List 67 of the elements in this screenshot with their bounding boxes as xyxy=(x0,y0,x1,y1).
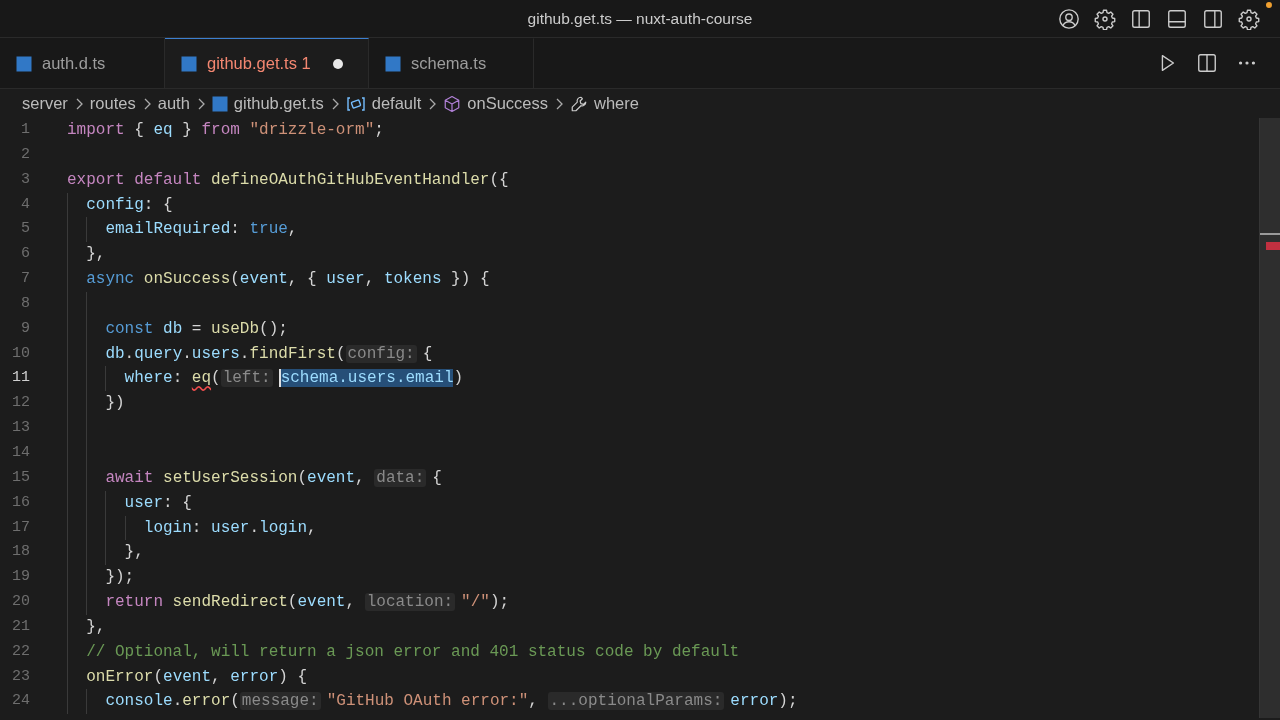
code-line: }, xyxy=(86,616,106,638)
line-number: 14 xyxy=(11,442,30,463)
chevron-icon xyxy=(427,96,438,111)
code-line: }, xyxy=(124,542,144,564)
code-line: user: { xyxy=(124,492,192,514)
code-line: db.query.users.findFirst(config: { xyxy=(105,343,433,365)
line-number: 22 xyxy=(11,641,30,662)
breadcrumb-item[interactable]: routes xyxy=(89,94,136,113)
cube-icon xyxy=(443,94,462,113)
breadcrumb-item[interactable]: github.get.ts xyxy=(233,94,324,113)
editor-tab[interactable]: github.get.ts 1 xyxy=(165,38,369,88)
line-number: 12 xyxy=(11,393,30,414)
wrench-icon xyxy=(570,94,588,113)
code-line: login: user.login, xyxy=(143,517,317,539)
breadcrumb-item[interactable]: auth xyxy=(157,94,190,113)
line-number: 1 xyxy=(20,120,30,140)
line-number: 5 xyxy=(20,219,30,240)
sidebar-right-icon[interactable] xyxy=(1202,7,1224,30)
line-number: 9 xyxy=(20,318,30,339)
account-icon[interactable] xyxy=(1058,7,1080,30)
window-title: github.get.ts — nuxt-auth-course xyxy=(527,9,753,28)
code-line: export default defineOAuthGitHubEventHandler({ xyxy=(67,169,509,191)
breadcrumb-item[interactable]: server xyxy=(22,94,68,113)
code-line: await setUserSession(event, data: { xyxy=(105,467,442,489)
code-line: emailRequired: true, xyxy=(105,219,298,241)
code-line: onError(event, error) { xyxy=(86,666,308,688)
settings-icon[interactable] xyxy=(1094,7,1116,30)
line-number: 23 xyxy=(11,666,30,687)
line-number: 16 xyxy=(11,492,30,513)
code-line: // Optional, will return a json error and 401 status code by default xyxy=(86,641,740,663)
variable-icon xyxy=(345,95,366,112)
line-number: 17 xyxy=(11,517,30,538)
scrollbar[interactable] xyxy=(1259,118,1280,718)
line-number: 19 xyxy=(11,567,30,588)
code-line: }); xyxy=(105,567,135,589)
sidebar-left-icon[interactable] xyxy=(1130,7,1152,30)
line-number: 7 xyxy=(20,269,30,290)
line-number: 2 xyxy=(20,144,30,165)
code-line: return sendRedirect(event, location: "/"); xyxy=(105,592,510,614)
panel-bottom-icon[interactable] xyxy=(1166,7,1188,30)
settings-icon[interactable] xyxy=(1238,7,1260,30)
line-number: 24 xyxy=(11,691,30,712)
breadcrumb-item[interactable]: where xyxy=(594,94,639,113)
code-line: }, xyxy=(86,244,106,266)
breadcrumb-item[interactable]: default xyxy=(371,94,422,113)
line-number: 13 xyxy=(11,418,30,439)
code-line: console.error(message: "GitHub OAuth error:", ...optionalParams: error); xyxy=(105,691,798,713)
error-marker xyxy=(1266,242,1280,250)
code-line: }) xyxy=(105,393,125,415)
line-number: 18 xyxy=(11,542,30,563)
line-number: 4 xyxy=(20,194,30,215)
breadcrumb-item[interactable]: onSuccess xyxy=(467,94,548,113)
line-number: 15 xyxy=(11,467,30,488)
line-number: 10 xyxy=(11,343,30,364)
code-line: config: { xyxy=(86,194,173,216)
code-line: async onSuccess(event, { user, tokens }) { xyxy=(86,269,490,291)
chevron-icon xyxy=(554,96,564,111)
line-number: 6 xyxy=(20,244,30,265)
line-number: 8 xyxy=(20,293,30,314)
line-number: 21 xyxy=(11,616,30,637)
line-number: 11 xyxy=(11,368,30,389)
code-line: import { eq } from "drizzle-orm"; xyxy=(67,120,384,141)
code-line: const db = useDb(); xyxy=(105,318,288,340)
line-number: 3 xyxy=(20,169,30,190)
split-editor-icon[interactable] xyxy=(1196,52,1218,74)
line-number: 20 xyxy=(11,592,30,613)
code-line: where: eq(left: schema.users.email) xyxy=(124,368,464,390)
